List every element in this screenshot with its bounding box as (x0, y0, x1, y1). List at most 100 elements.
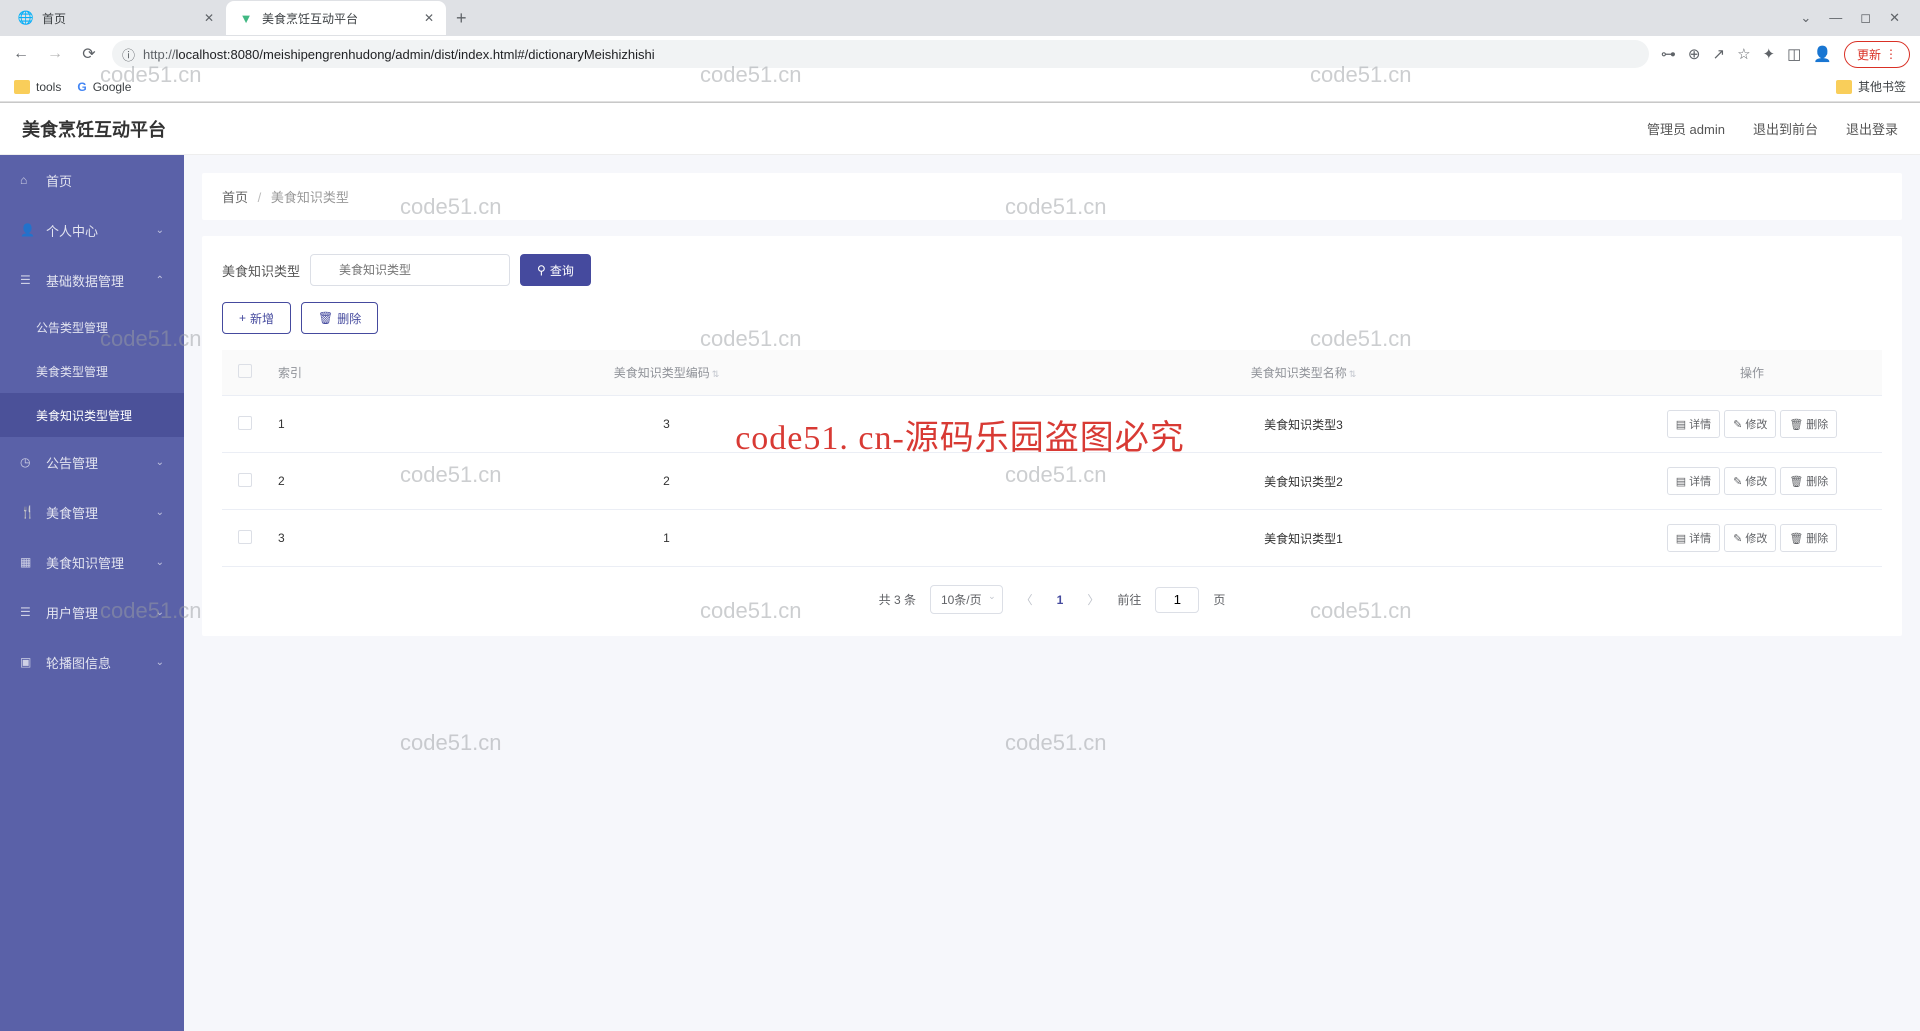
chevron-down-icon: ⌄ (156, 507, 164, 518)
star-icon[interactable]: ☆ (1737, 45, 1750, 63)
update-button[interactable]: 更新⋮ (1844, 41, 1910, 68)
goto-suffix: 页 (1213, 591, 1225, 608)
chevron-down-icon: ⌄ (988, 591, 996, 602)
sidebar-item-food-knowledge-type[interactable]: 美食知识类型管理 (0, 393, 184, 437)
cell-index: 1 (268, 396, 348, 453)
sidebar-item-food-type[interactable]: 美食类型管理 (0, 349, 184, 393)
sidebar-item-food-knowledge[interactable]: ▦美食知识管理⌄ (0, 537, 184, 587)
sidebar-item-personal[interactable]: 👤个人中心⌄ (0, 205, 184, 255)
minimize-icon[interactable]: — (1829, 10, 1842, 26)
search-input[interactable] (310, 254, 510, 286)
sidebar-item-notice[interactable]: ◷公告管理⌄ (0, 437, 184, 487)
profile-icon[interactable]: 👤 (1813, 45, 1832, 63)
doc-icon: ▤ (1676, 418, 1686, 431)
sidebar-item-carousel[interactable]: ▣轮播图信息⌄ (0, 637, 184, 687)
list-icon: ☰ (20, 273, 34, 287)
row-checkbox[interactable] (238, 530, 252, 544)
page-size-select[interactable]: 10条/页 ⌄ (930, 585, 1003, 614)
browser-tab-1[interactable]: 🌐 首页 ✕ (6, 1, 226, 35)
cell-name: 美食知识类型2 (985, 453, 1622, 510)
content-panel: 美食知识类型 ⚲ ⚲查询 +新增 🗑删除 索引 (202, 236, 1902, 636)
extensions-icon[interactable]: ✦ (1763, 45, 1776, 63)
new-tab-button[interactable]: + (446, 4, 477, 33)
query-button[interactable]: ⚲查询 (520, 254, 591, 286)
detail-button[interactable]: ▤详情 (1667, 524, 1720, 552)
delete-button[interactable]: 🗑删除 (301, 302, 378, 334)
edit-button[interactable]: ✎修改 (1724, 410, 1776, 438)
browser-tab-2[interactable]: ▼ 美食烹饪互动平台 ✕ (226, 1, 446, 35)
bookmark-other[interactable]: 其他书签 (1836, 78, 1906, 95)
detail-button[interactable]: ▤详情 (1667, 467, 1720, 495)
row-delete-button[interactable]: 🗑删除 (1780, 524, 1837, 552)
cell-code: 1 (348, 510, 985, 567)
col-code[interactable]: 美食知识类型编码⇅ (348, 350, 985, 396)
cell-name: 美食知识类型1 (985, 510, 1622, 567)
table-row: 22美食知识类型2▤详情✎修改🗑删除 (222, 453, 1882, 510)
cell-name: 美食知识类型3 (985, 396, 1622, 453)
close-icon[interactable]: ✕ (204, 11, 214, 25)
close-icon[interactable]: ✕ (424, 11, 434, 25)
trash-icon: 🗑 (1789, 475, 1803, 488)
tab-title: 美食烹饪互动平台 (262, 10, 416, 27)
sidepanel-icon[interactable]: ◫ (1787, 45, 1801, 63)
chevron-down-icon: ⌄ (156, 657, 164, 668)
breadcrumb-sep: / (258, 190, 262, 205)
col-index[interactable]: 索引 (268, 350, 348, 396)
cell-code: 3 (348, 396, 985, 453)
row-checkbox[interactable] (238, 473, 252, 487)
sidebar-item-food[interactable]: 🍴美食管理⌄ (0, 487, 184, 537)
sidebar: ⌂首页 👤个人中心⌄ ☰基础数据管理⌃ 公告类型管理 美食类型管理 美食知识类型… (0, 155, 184, 1031)
zoom-icon[interactable]: ⊕ (1688, 45, 1701, 63)
url-field[interactable]: ⓘ http://localhost:8080/meishipengrenhud… (112, 40, 1649, 68)
share-icon[interactable]: ↗ (1713, 45, 1726, 63)
breadcrumb-home[interactable]: 首页 (222, 190, 248, 205)
search-icon: ⚲ (537, 263, 546, 277)
checkbox-all[interactable] (238, 364, 252, 378)
bookmarks-bar: tools GGoogle 其他书签 (0, 72, 1920, 102)
main-content: 首页 / 美食知识类型 美食知识类型 ⚲ ⚲查询 +新增 🗑删除 (184, 155, 1920, 1031)
next-page[interactable]: 〉 (1083, 591, 1103, 608)
prev-page[interactable]: 〈 (1017, 591, 1037, 608)
logout-link[interactable]: 退出登录 (1846, 119, 1898, 138)
detail-button[interactable]: ▤详情 (1667, 410, 1720, 438)
goto-input[interactable] (1155, 587, 1199, 613)
sidebar-item-user[interactable]: ☰用户管理⌄ (0, 587, 184, 637)
col-name[interactable]: 美食知识类型名称⇅ (985, 350, 1622, 396)
trash-icon: 🗑 (318, 311, 333, 325)
search-label: 美食知识类型 (222, 261, 300, 280)
chevron-down-icon: ⌄ (156, 607, 164, 618)
back-to-front-link[interactable]: 退出到前台 (1753, 119, 1818, 138)
sidebar-item-notice-type[interactable]: 公告类型管理 (0, 305, 184, 349)
chevron-down-icon[interactable]: ⌄ (1800, 10, 1811, 26)
table-row: 13美食知识类型3 ▤详情✎修改🗑删除 (222, 396, 1882, 453)
trash-icon: 🗑 (1789, 418, 1803, 431)
reload-button[interactable]: ⟳ (78, 44, 100, 64)
sidebar-item-home[interactable]: ⌂首页 (0, 155, 184, 205)
close-window-icon[interactable]: ✕ (1889, 10, 1900, 26)
row-delete-button[interactable]: 🗑删除 (1780, 467, 1837, 495)
edit-button[interactable]: ✎修改 (1724, 524, 1776, 552)
vue-icon: ▼ (238, 10, 254, 26)
image-icon: ▣ (20, 655, 34, 669)
sidebar-item-basedata[interactable]: ☰基础数据管理⌃ (0, 255, 184, 305)
forward-button[interactable]: → (44, 45, 66, 63)
tab-title: 首页 (42, 10, 196, 27)
row-delete-button[interactable]: 🗑删除 (1780, 410, 1837, 438)
app-title: 美食烹饪互动平台 (22, 116, 166, 142)
page-number[interactable]: 1 (1051, 593, 1070, 607)
cup-icon: 🍴 (20, 505, 34, 519)
edit-icon: ✎ (1733, 532, 1742, 545)
app-header: 美食烹饪互动平台 管理员 admin 退出到前台 退出登录 (0, 103, 1920, 155)
bookmark-tools[interactable]: tools (14, 80, 61, 94)
url-text: http://localhost:8080/meishipengrenhudon… (143, 47, 1639, 62)
info-icon[interactable]: ⓘ (122, 45, 135, 64)
maximize-icon[interactable]: ◻ (1860, 10, 1871, 26)
user-label[interactable]: 管理员 admin (1647, 119, 1725, 138)
edit-button[interactable]: ✎修改 (1724, 467, 1776, 495)
key-icon[interactable]: ⊶ (1661, 45, 1676, 63)
row-checkbox[interactable] (238, 416, 252, 430)
chevron-down-icon: ⌄ (156, 225, 164, 236)
add-button[interactable]: +新增 (222, 302, 291, 334)
bookmark-google[interactable]: GGoogle (77, 80, 131, 94)
back-button[interactable]: ← (10, 45, 32, 63)
